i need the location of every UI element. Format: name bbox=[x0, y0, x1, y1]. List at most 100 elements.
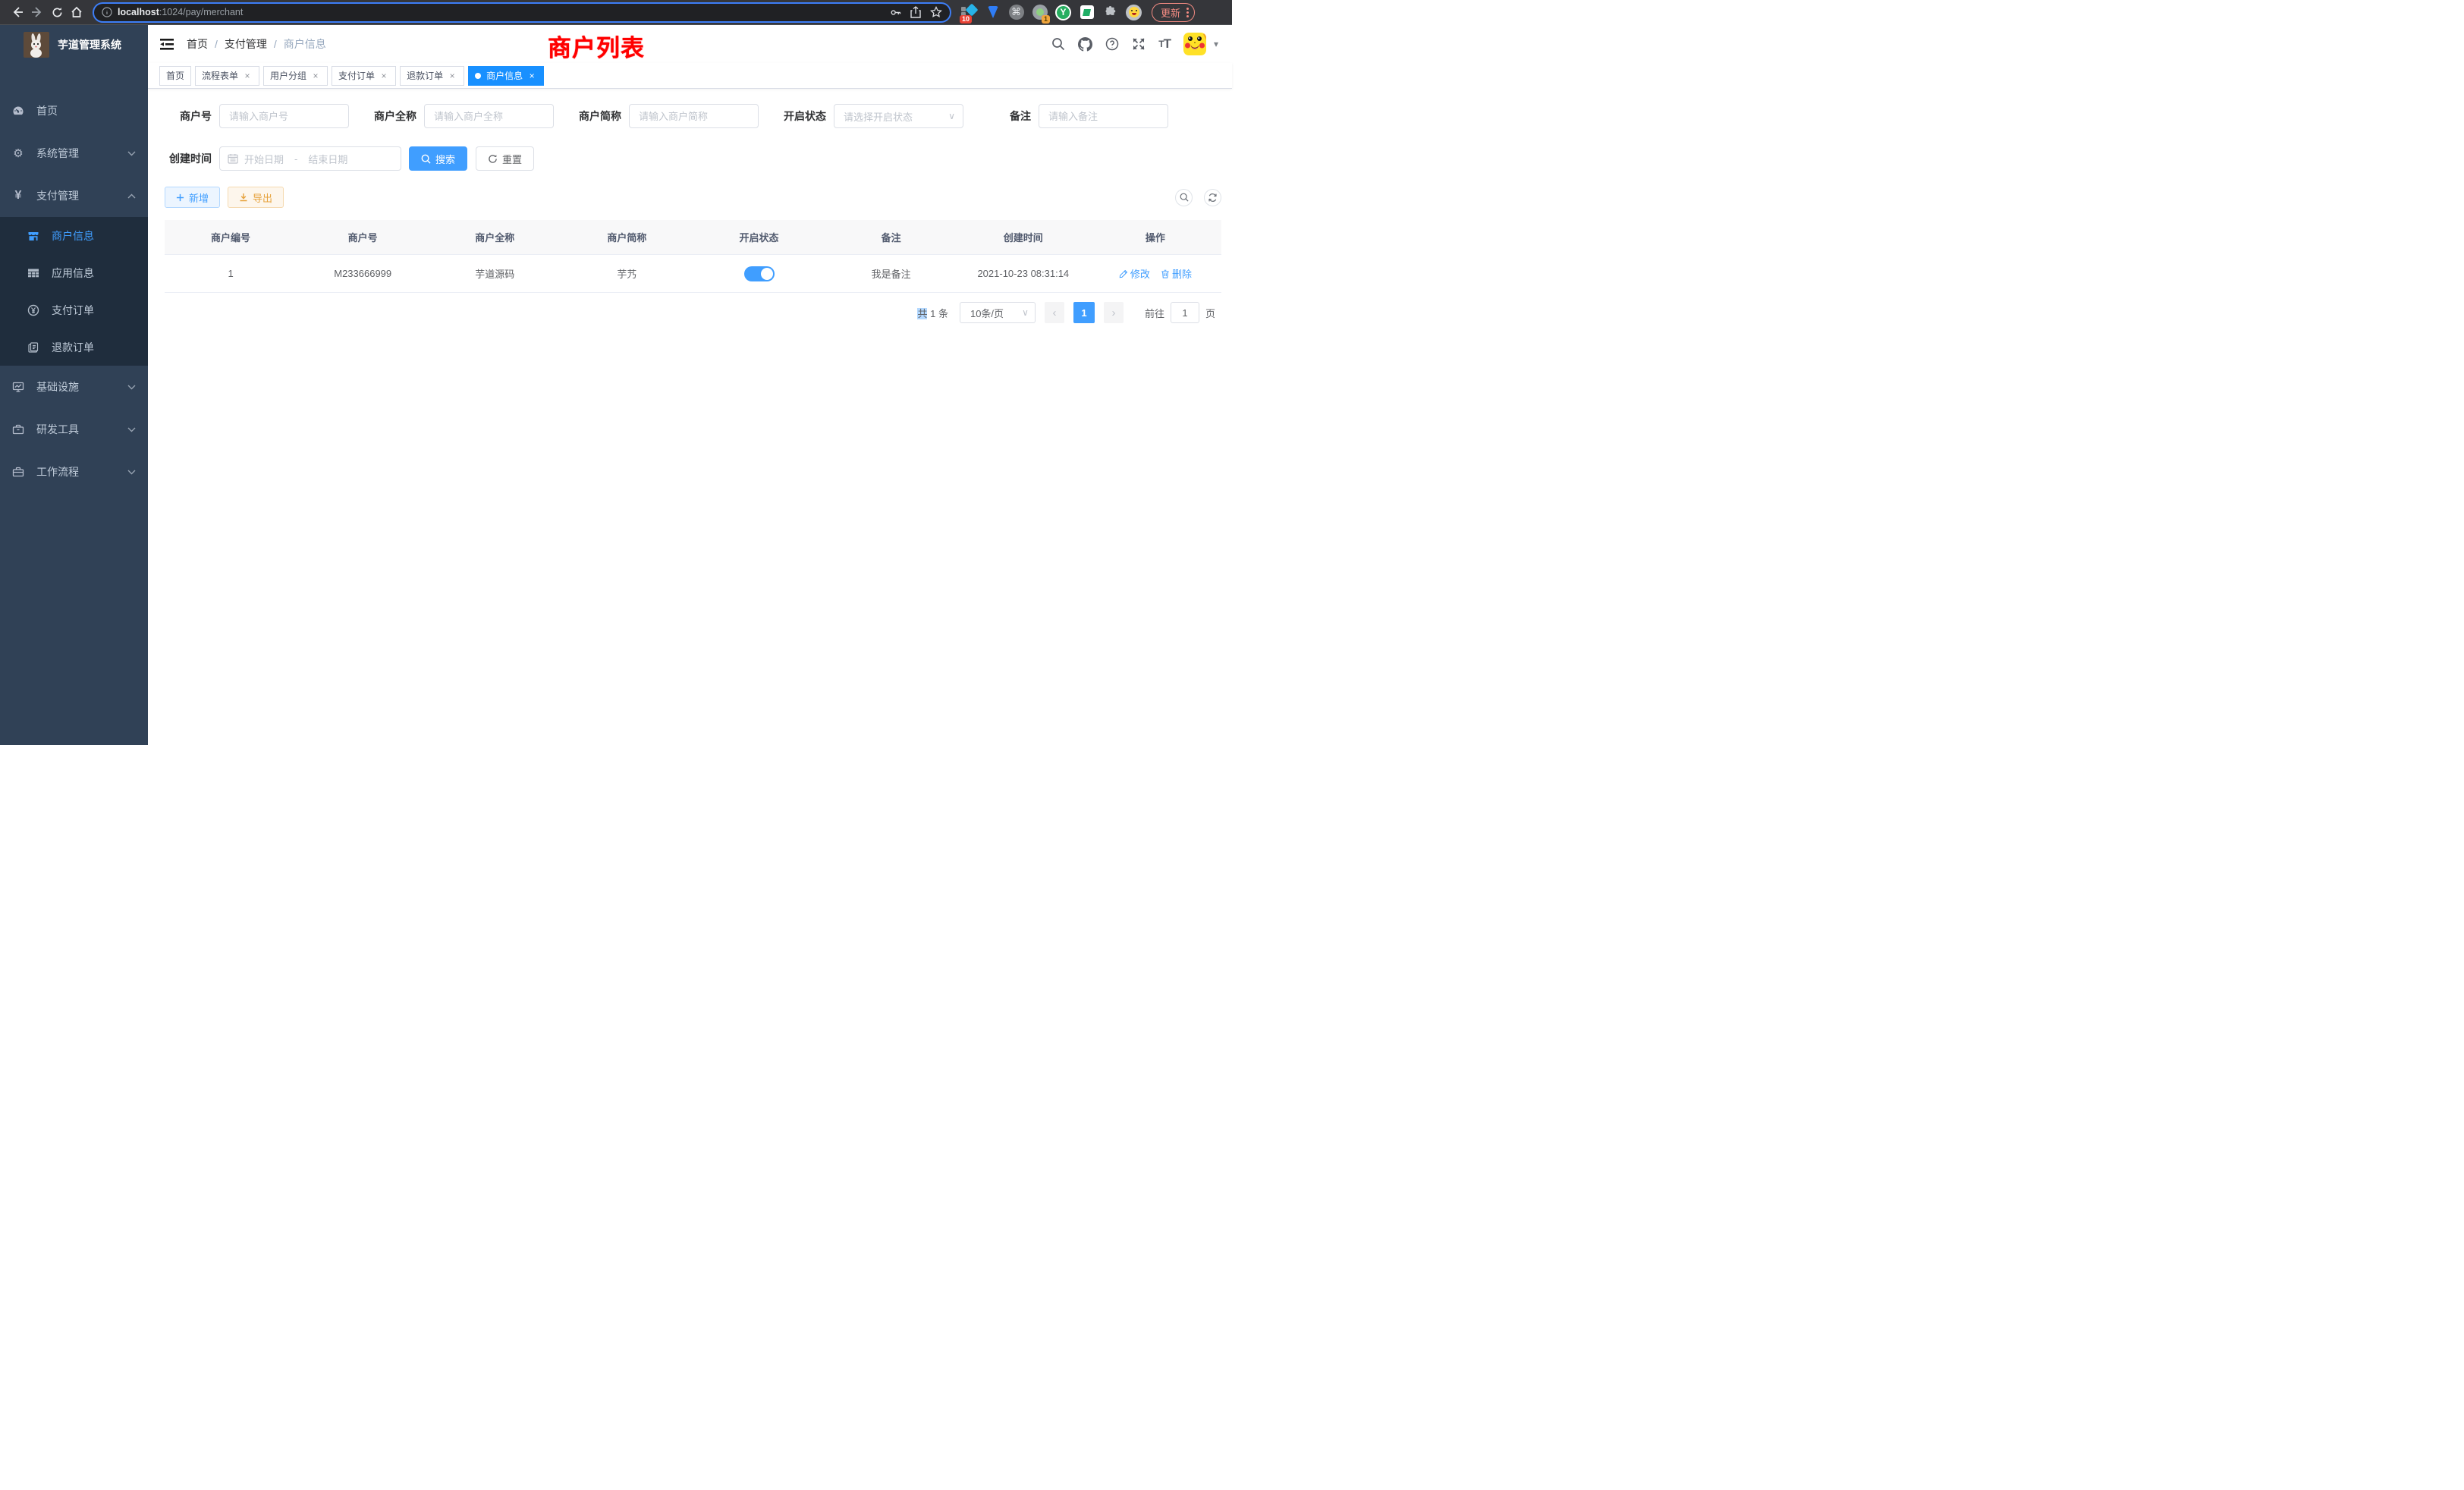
tab-home[interactable]: 首页 bbox=[159, 66, 191, 86]
extensions-puzzle-icon[interactable] bbox=[1102, 5, 1118, 20]
bookmark-star-icon[interactable] bbox=[930, 6, 942, 18]
short-name-input[interactable] bbox=[629, 104, 759, 128]
chevron-down-icon bbox=[127, 427, 136, 432]
breadcrumb-current: 商户信息 bbox=[284, 36, 326, 52]
tab-pay-order[interactable]: 支付订单× bbox=[332, 66, 396, 86]
sidebar-item-refund-order[interactable]: 退款订单 bbox=[0, 328, 148, 366]
breadcrumb-pay[interactable]: 支付管理 bbox=[225, 36, 267, 52]
trash-icon bbox=[1161, 269, 1170, 278]
sidebar-item-workflow[interactable]: 工作流程 bbox=[0, 451, 148, 493]
delete-link[interactable]: 删除 bbox=[1161, 266, 1192, 281]
short-name-label: 商户简称 bbox=[574, 108, 621, 124]
cell-create-time: 2021-10-23 08:31:14 bbox=[957, 268, 1089, 279]
column-header: 商户简称 bbox=[561, 230, 693, 244]
tab-merchant-info[interactable]: 商户信息× bbox=[468, 66, 544, 86]
create-time-range-picker[interactable]: 开始日期 - 结束日期 bbox=[219, 146, 401, 171]
sidebar-logo[interactable]: 芋道管理系统 bbox=[0, 25, 148, 64]
sidebar-item-pay[interactable]: ¥ 支付管理 bbox=[0, 174, 148, 217]
remark-input[interactable] bbox=[1039, 104, 1168, 128]
app-title: 芋道管理系统 bbox=[58, 37, 121, 52]
close-icon[interactable]: × bbox=[447, 71, 457, 81]
status-select[interactable]: 请选择开启状态 ∨ bbox=[834, 104, 963, 128]
add-button[interactable]: 新增 bbox=[165, 187, 220, 208]
edit-pencil-icon bbox=[1119, 269, 1128, 278]
extension-record-icon[interactable]: 1 bbox=[1032, 5, 1048, 20]
hamburger-icon[interactable] bbox=[159, 38, 174, 51]
logo-rabbit-image bbox=[24, 32, 49, 58]
prev-page-button[interactable]: ‹ bbox=[1045, 302, 1064, 323]
user-avatar[interactable] bbox=[1183, 33, 1206, 55]
goto-page-input[interactable] bbox=[1171, 302, 1199, 323]
header-search-icon[interactable] bbox=[1051, 37, 1065, 51]
status-label: 开启状态 bbox=[779, 108, 826, 124]
chevron-down-icon bbox=[127, 470, 136, 475]
monitor-chart-icon bbox=[12, 381, 24, 393]
column-header: 商户全称 bbox=[429, 230, 561, 244]
tab-refund-order[interactable]: 退款订单× bbox=[400, 66, 464, 86]
sidebar-item-home[interactable]: 首页 bbox=[0, 90, 148, 132]
browser-home-button[interactable] bbox=[67, 2, 86, 22]
profile-avatar-icon[interactable] bbox=[1126, 5, 1142, 20]
export-button[interactable]: 导出 bbox=[228, 187, 284, 208]
browser-back-button[interactable] bbox=[8, 2, 27, 22]
merchant-no-input[interactable] bbox=[219, 104, 349, 128]
refresh-table-button[interactable] bbox=[1204, 189, 1221, 206]
status-toggle[interactable] bbox=[744, 266, 775, 281]
extension-y-icon[interactable]: Y bbox=[1055, 5, 1071, 20]
calendar-icon bbox=[228, 153, 238, 164]
table-header-row: 商户编号 商户号 商户全称 商户简称 开启状态 备注 创建时间 操作 bbox=[165, 220, 1221, 255]
address-bar[interactable]: localhost:1024/pay/merchant bbox=[93, 2, 951, 23]
remark-label: 备注 bbox=[984, 108, 1031, 124]
help-icon[interactable] bbox=[1105, 37, 1119, 51]
download-icon bbox=[239, 193, 248, 202]
tab-process-form[interactable]: 流程表单× bbox=[195, 66, 259, 86]
search-icon bbox=[1180, 193, 1189, 202]
close-icon[interactable]: × bbox=[379, 71, 389, 81]
fullscreen-icon[interactable] bbox=[1132, 37, 1146, 51]
column-header: 商户编号 bbox=[165, 230, 297, 244]
browser-reload-button[interactable] bbox=[47, 2, 67, 22]
close-icon[interactable]: × bbox=[242, 71, 253, 81]
pagination: 共 1 条 10条/页 ∨ ‹ 1 › 前往 页 bbox=[165, 302, 1221, 323]
sidebar-item-label: 基础设施 bbox=[36, 379, 79, 395]
end-date-placeholder: 结束日期 bbox=[308, 152, 347, 166]
sidebar-item-infra[interactable]: 基础设施 bbox=[0, 366, 148, 408]
share-icon[interactable] bbox=[910, 6, 921, 18]
sidebar-item-dev-tools[interactable]: 研发工具 bbox=[0, 408, 148, 451]
extension-command-icon[interactable]: ⌘ bbox=[1008, 5, 1024, 20]
url-text[interactable]: localhost:1024/pay/merchant bbox=[118, 7, 243, 17]
goto-label: 前往 bbox=[1145, 306, 1164, 320]
cell-merchant-id: 1 bbox=[165, 268, 297, 279]
extension-diamond-icon[interactable]: 10 bbox=[961, 5, 977, 20]
breadcrumb-home[interactable]: 首页 bbox=[187, 36, 208, 52]
next-page-button[interactable]: › bbox=[1104, 302, 1124, 323]
close-icon[interactable]: × bbox=[310, 71, 321, 81]
sidebar-item-pay-order[interactable]: 支付订单 bbox=[0, 291, 148, 328]
page-size-select[interactable]: 10条/页 ∨ bbox=[960, 302, 1036, 323]
plus-icon bbox=[176, 193, 184, 202]
create-time-label: 创建时间 bbox=[165, 151, 212, 166]
browser-menu-icon[interactable] bbox=[1186, 6, 1189, 19]
reset-button[interactable]: 重置 bbox=[476, 146, 534, 171]
sidebar-item-app-info[interactable]: 应用信息 bbox=[0, 254, 148, 291]
avatar-dropdown-icon[interactable]: ▾ bbox=[1214, 39, 1218, 49]
full-name-input[interactable] bbox=[424, 104, 554, 128]
browser-forward-button[interactable] bbox=[27, 2, 47, 22]
browser-update-button[interactable]: 更新 bbox=[1152, 3, 1195, 22]
current-page-button[interactable]: 1 bbox=[1073, 302, 1095, 323]
font-size-icon[interactable]: TT bbox=[1158, 36, 1171, 52]
password-key-icon[interactable] bbox=[890, 7, 901, 18]
github-icon[interactable] bbox=[1078, 37, 1092, 52]
tab-user-group[interactable]: 用户分组× bbox=[263, 66, 328, 86]
total-count: 共 1 条 bbox=[917, 306, 948, 320]
sidebar-item-system[interactable]: ⚙ 系统管理 bbox=[0, 132, 148, 174]
show-search-toggle-button[interactable] bbox=[1175, 189, 1193, 206]
edit-link[interactable]: 修改 bbox=[1119, 266, 1150, 281]
sidebar-item-merchant-info[interactable]: 商户信息 bbox=[0, 217, 148, 254]
extension-flag-icon[interactable] bbox=[1079, 5, 1095, 20]
extension-gem-icon[interactable] bbox=[985, 5, 1001, 20]
close-icon[interactable]: × bbox=[526, 71, 537, 81]
search-button[interactable]: 搜索 bbox=[409, 146, 467, 171]
table-row: 1 M233666999 芋道源码 芋艿 我是备注 2021-10-23 08:… bbox=[165, 255, 1221, 293]
site-info-icon[interactable] bbox=[102, 7, 112, 17]
